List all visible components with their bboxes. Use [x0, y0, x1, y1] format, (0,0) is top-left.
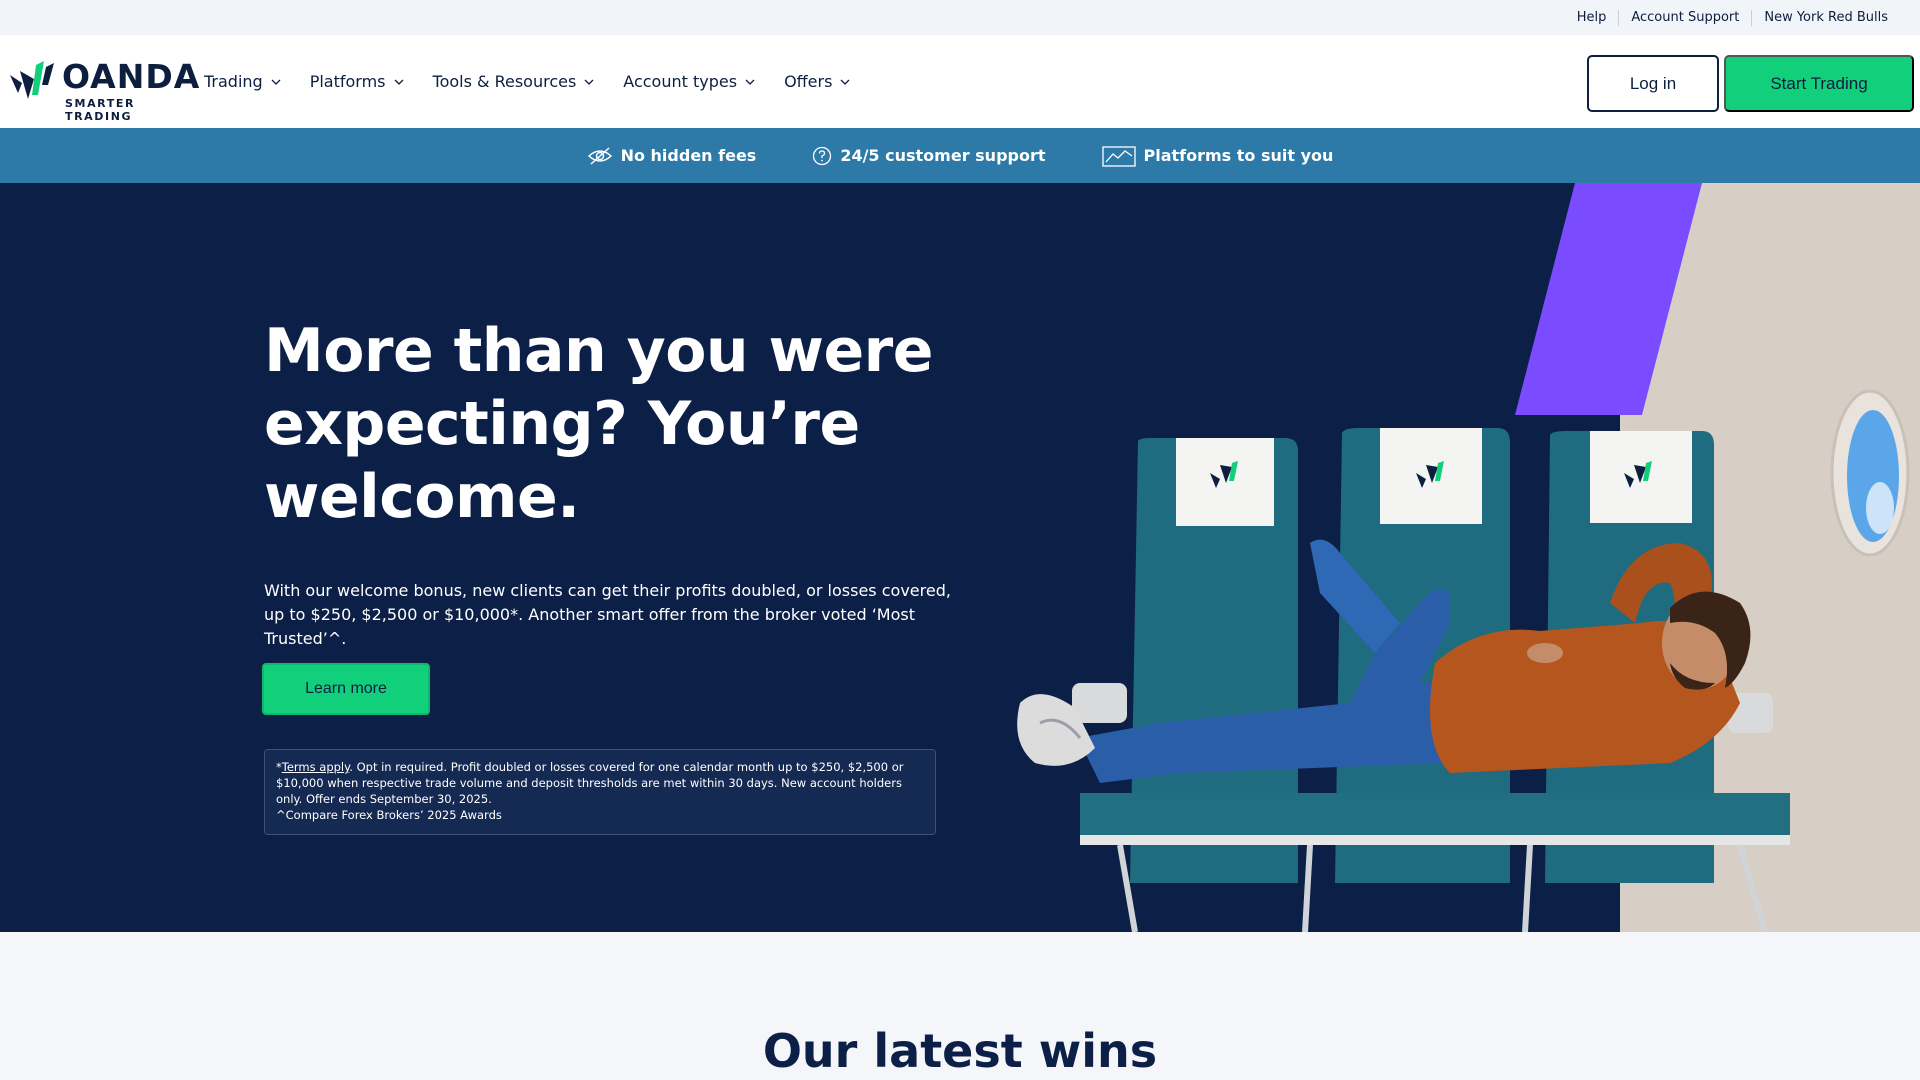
offer-disclaimer: *Terms apply. Opt in required. Profit do… — [264, 749, 936, 835]
nav-tools-resources-label: Tools & Resources — [432, 72, 577, 91]
oanda-logo[interactable]: OANDA SMARTER TRADING — [8, 55, 201, 123]
airplane-window — [1830, 389, 1910, 557]
chart-window-icon — [1101, 145, 1136, 167]
benefit-no-hidden-fees: No hidden fees — [587, 146, 757, 166]
utility-links: Help Account Support New York Red Bulls — [1565, 0, 1900, 35]
disclaimer-award: ^Compare Forex Brokers’ 2025 Awards — [276, 808, 502, 822]
logo-wordmark: OANDA — [62, 57, 201, 96]
eye-slash-icon — [587, 146, 612, 165]
hero-title: More than you were expecting? You’re wel… — [264, 316, 933, 532]
nav-offers-label: Offers — [784, 72, 833, 91]
benefit-platforms: Platforms to suit you — [1101, 145, 1334, 167]
chevron-down-icon — [584, 79, 594, 85]
site-header: OANDA SMARTER TRADING Trading Platforms … — [0, 35, 1920, 128]
account-support-link[interactable]: Account Support — [1618, 9, 1751, 26]
chevron-down-icon — [840, 79, 850, 85]
disclaimer-body: . Opt in required. Profit doubled or los… — [276, 760, 904, 806]
benefits-strip: No hidden fees 24/5 customer support Pla… — [0, 128, 1920, 183]
login-button[interactable]: Log in — [1587, 55, 1719, 112]
nav-offers[interactable]: Offers — [784, 72, 850, 91]
chevron-down-icon — [394, 79, 403, 85]
nav-trading[interactable]: Trading — [204, 72, 281, 91]
oanda-logo-icon — [10, 61, 54, 99]
benefit-customer-support: 24/5 customer support — [812, 146, 1046, 166]
nav-platforms-label: Platforms — [309, 72, 386, 91]
learn-more-button[interactable]: Learn more — [262, 663, 430, 715]
benefit-label: No hidden fees — [620, 146, 757, 165]
hero-description: With our welcome bonus, new clients can … — [264, 581, 951, 648]
hero-section: More than you were expecting? You’re wel… — [0, 183, 1920, 932]
logo-tagline: SMARTER TRADING — [65, 97, 136, 123]
nav-account-types-label: Account types — [623, 72, 738, 91]
nav-tools-resources[interactable]: Tools & Resources — [433, 72, 595, 91]
main-nav: Trading Platforms Tools & Resources Acco… — [204, 35, 879, 128]
chevron-down-icon — [745, 79, 755, 85]
utility-bar: Help Account Support New York Red Bulls — [0, 0, 1920, 35]
nav-account-types[interactable]: Account types — [623, 72, 755, 91]
nav-platforms[interactable]: Platforms — [310, 72, 404, 91]
help-link[interactable]: Help — [1565, 10, 1619, 26]
benefit-label: Platforms to suit you — [1143, 146, 1334, 165]
chevron-down-icon — [271, 79, 281, 85]
question-circle-icon — [813, 146, 832, 165]
wins-section: Our latest wins — [0, 932, 1920, 1080]
new-york-red-bulls-link[interactable]: New York Red Bulls — [1751, 9, 1900, 26]
seat-left — [1080, 438, 1310, 883]
benefit-label: 24/5 customer support — [840, 146, 1046, 165]
nav-trading-label: Trading — [204, 72, 263, 91]
start-trading-button[interactable]: Start Trading — [1724, 55, 1914, 112]
wins-title: Our latest wins — [762, 1024, 1158, 1078]
terms-apply-link[interactable]: Terms apply — [282, 760, 350, 774]
hero-image-airplane-seats — [1017, 183, 1920, 932]
